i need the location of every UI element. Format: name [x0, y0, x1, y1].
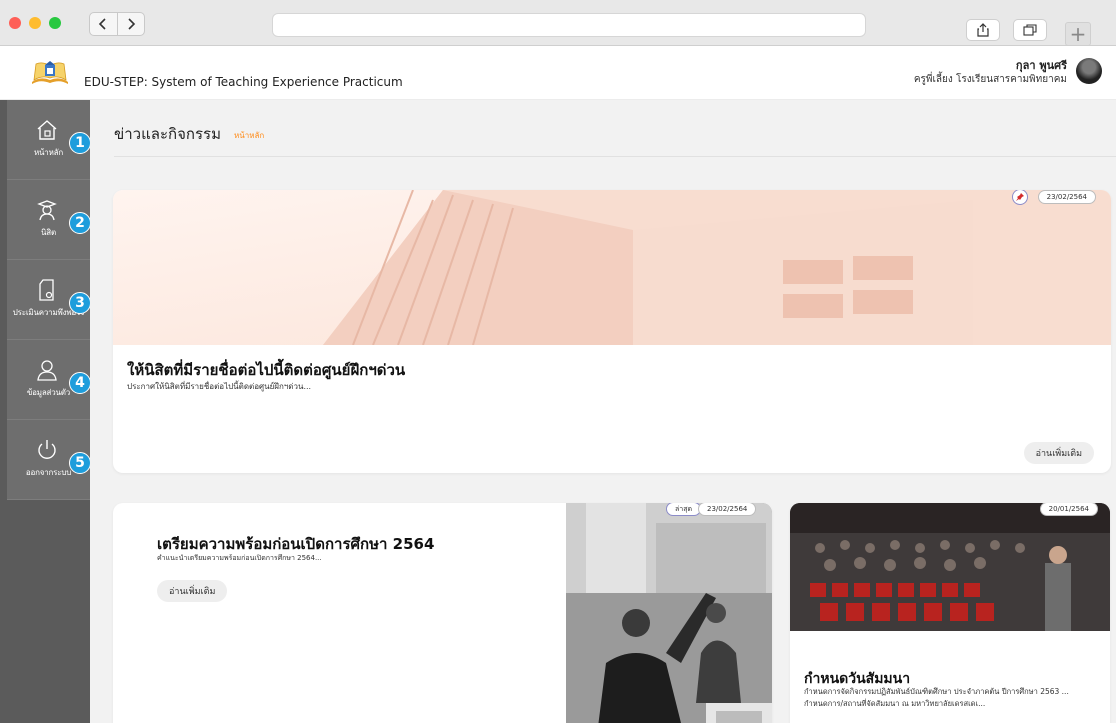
latest-badge: ล่าสุด — [666, 503, 702, 516]
date-badge: 23/02/2564 — [1037, 190, 1096, 204]
sidebar-item-home[interactable]: หน้าหลัก 1 — [7, 100, 91, 180]
history-nav — [89, 12, 145, 36]
page-title: ข่าวและกิจกรรม — [114, 125, 221, 143]
back-button[interactable] — [90, 13, 117, 35]
plus-icon: + — [1069, 22, 1087, 46]
browser-chrome: + — [0, 0, 1116, 46]
sidebar-item-survey[interactable]: ประเมินความพึงพอใจ 3 — [7, 260, 91, 340]
date-badge: 23/02/2564 — [698, 503, 757, 516]
date-badge: 20/01/2564 — [1039, 503, 1098, 516]
new-tab-button[interactable]: + — [1065, 22, 1091, 46]
sidebar-item-logout[interactable]: ออกจากระบบ 5 — [7, 420, 91, 500]
news-summary: ประกาศให้นิสิตที่มีรายชื่อต่อไปนี้ติดต่อ… — [127, 382, 312, 391]
profile-icon — [37, 360, 57, 381]
news-card-featured[interactable]: 23/02/2564 ให้นิสิตที่มีรายชื่อต่อไปนี้ต… — [113, 190, 1111, 473]
classroom-photo — [566, 503, 772, 723]
tabs-icon — [1023, 24, 1037, 36]
main-content: ข่าวและกิจกรรม หน้าหลัก 23/02/2564 ให้นิ… — [90, 100, 1116, 723]
divider — [114, 156, 1116, 157]
close-window-button[interactable] — [9, 17, 21, 29]
survey-icon — [39, 279, 54, 301]
home-icon — [37, 120, 57, 140]
step-number-badge: 4 — [69, 372, 91, 394]
power-icon — [38, 440, 56, 459]
user-role: ครูพี่เลี้ยง โรงเรียนสารคามพิทยาคม — [913, 74, 1067, 85]
sidebar: หน้าหลัก 1 นิสิต 2 ประเมินความพึงพอใจ 3 … — [0, 100, 91, 723]
news-card-seminar[interactable]: 20/01/2564 กำหนดวันสัมมนา กำหนดการจัดกิจ… — [790, 503, 1110, 723]
avatar[interactable] — [1076, 58, 1102, 84]
minimize-window-button[interactable] — [29, 17, 41, 29]
edu-step-logo — [32, 61, 68, 84]
sidebar-item-profile[interactable]: ข้อมูลส่วนตัว 4 — [7, 340, 91, 420]
seminar-photo — [790, 503, 1110, 631]
forward-button[interactable] — [116, 13, 145, 35]
step-number-badge: 2 — [69, 212, 91, 234]
share-icon — [977, 23, 989, 37]
tabs-button[interactable] — [1013, 19, 1047, 41]
address-bar[interactable] — [272, 13, 866, 37]
app-header: EDU-STEP: System of Teaching Experience … — [0, 46, 1116, 100]
news-summary: คำแนะนำเตรียมความพร้อมก่อนเปิดการศึกษา 2… — [157, 554, 322, 562]
share-button[interactable] — [966, 19, 1000, 41]
sidebar-item-student[interactable]: นิสิต 2 — [7, 180, 91, 260]
news-summary: กำหนดการจัดกิจกรรมปฏิสัมพันธ์บัณฑิตศึกษา… — [804, 687, 1069, 708]
chevron-left-icon — [99, 18, 106, 30]
step-number-badge: 1 — [69, 132, 91, 154]
step-number-badge: 3 — [69, 292, 91, 314]
building-image — [113, 190, 1111, 345]
chevron-right-icon — [128, 18, 135, 30]
breadcrumb[interactable]: หน้าหลัก — [234, 129, 264, 142]
news-card-prep[interactable]: เตรียมความพร้อมก่อนเปิดการศึกษา 2564 คำแ… — [113, 503, 772, 723]
maximize-window-button[interactable] — [49, 17, 61, 29]
app-title: EDU-STEP: System of Teaching Experience … — [84, 75, 403, 89]
read-more-button[interactable]: อ่านเพิ่มเติม — [1023, 442, 1094, 464]
step-number-badge: 5 — [69, 452, 91, 474]
student-icon — [37, 200, 57, 221]
news-title[interactable]: ให้นิสิตที่มีรายชื่อต่อไปนี้ติดต่อศูนย์ฝ… — [127, 358, 405, 382]
read-more-button[interactable]: อ่านเพิ่มเติม — [157, 580, 228, 602]
